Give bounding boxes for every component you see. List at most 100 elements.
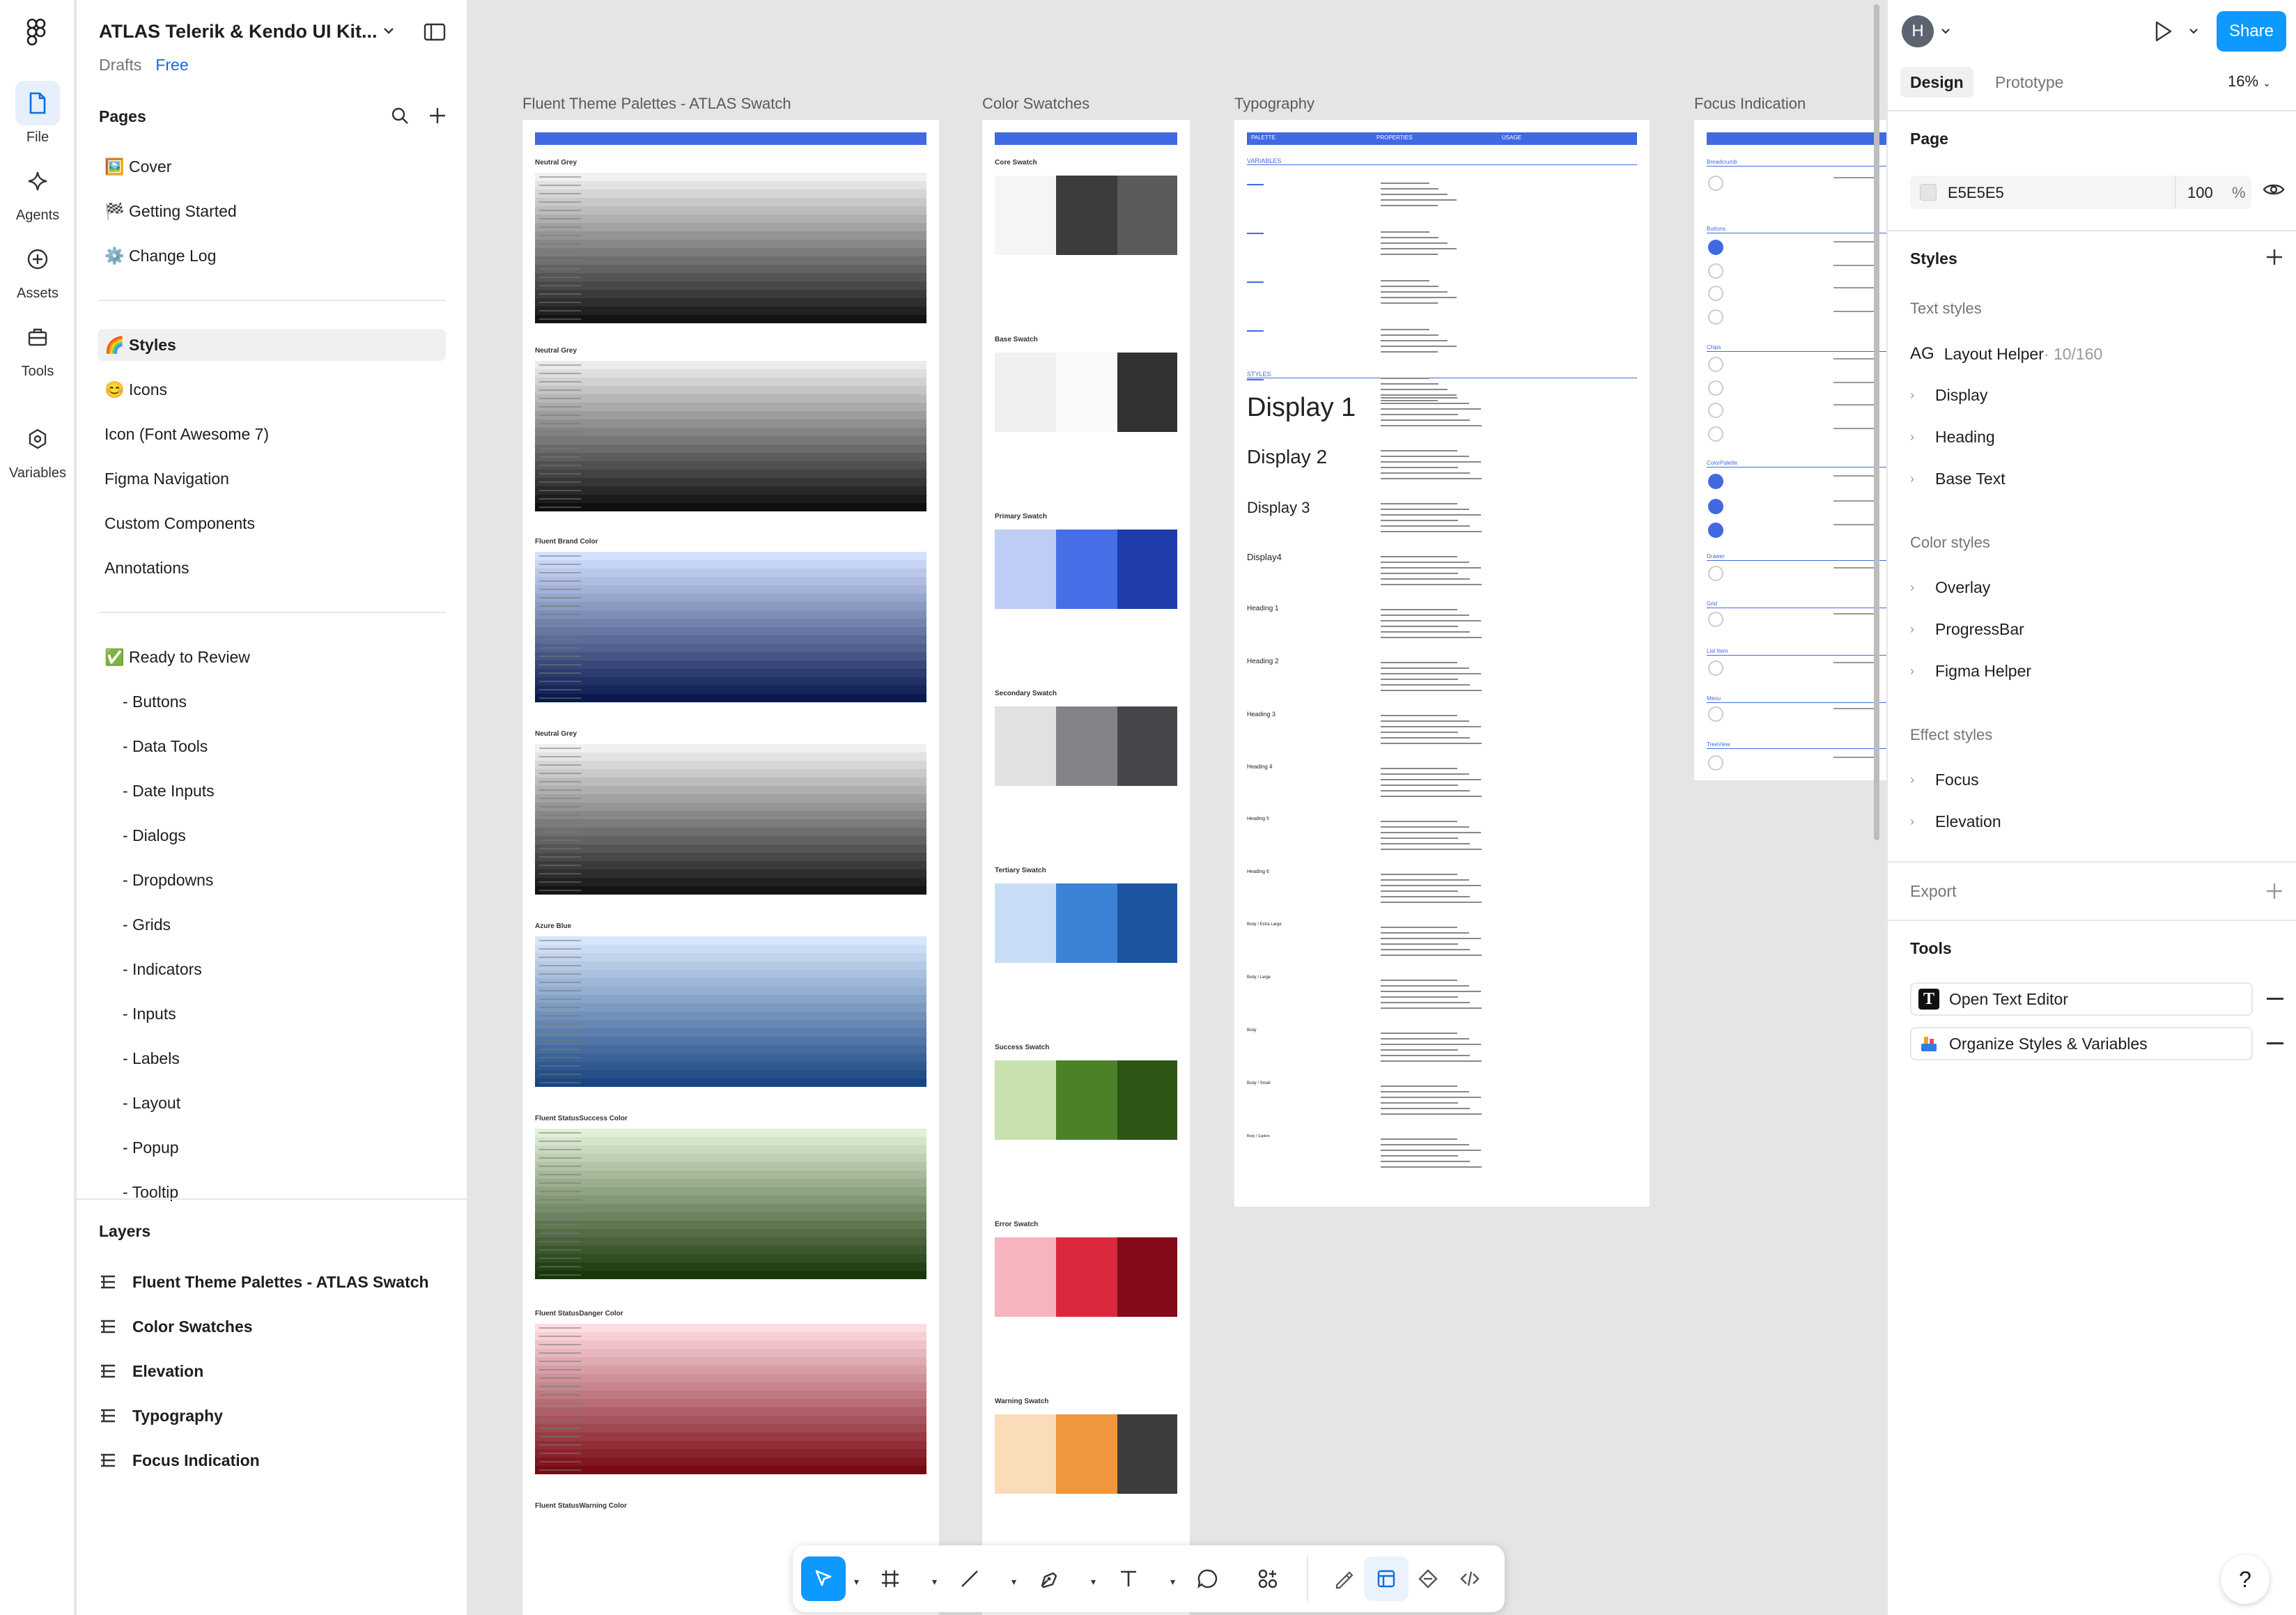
layer-item[interactable]: Fluent Theme Palettes - ATLAS Swatch (99, 1267, 429, 1297)
remove-tool-icon[interactable] (2267, 1042, 2283, 1044)
dev-mode[interactable] (1448, 1556, 1492, 1601)
add-page-icon[interactable] (428, 106, 447, 125)
style-group[interactable]: › Focus (1910, 771, 1979, 789)
style-group[interactable]: › Figma Helper (1910, 662, 2031, 681)
canvas[interactable]: Fluent Theme Palettes - ATLAS Swatch Col… (468, 0, 1886, 1615)
plan-badge[interactable]: Free (155, 56, 188, 74)
chevron-down-icon[interactable]: ▾ (854, 1576, 859, 1588)
chevron-down-icon[interactable]: ▾ (1011, 1576, 1016, 1588)
page-item[interactable]: - Layout (98, 1087, 446, 1119)
typography-spec-line (1381, 562, 1469, 563)
chevron-down-icon[interactable]: ▾ (1170, 1576, 1175, 1588)
page-color-hex[interactable]: E5E5E5 (1948, 184, 2004, 202)
comment-tool[interactable] (1186, 1556, 1230, 1601)
page-item[interactable]: - Indicators (98, 953, 446, 985)
page-color-field[interactable]: E5E5E5 100 % (1910, 176, 2251, 209)
rail-variables[interactable]: Variables (0, 417, 75, 481)
frame-tool[interactable] (868, 1556, 913, 1601)
line-tool[interactable] (947, 1556, 992, 1601)
share-button[interactable]: Share (2217, 11, 2286, 52)
page-item[interactable]: - Popup (98, 1131, 446, 1164)
design-mode[interactable] (1364, 1556, 1409, 1601)
layer-item[interactable]: Color Swatches (99, 1311, 253, 1342)
actions-tool[interactable] (1246, 1556, 1290, 1601)
draw-mode[interactable] (1322, 1556, 1367, 1601)
page-item[interactable]: - Data Tools (98, 730, 446, 762)
palette-frame[interactable]: Neutral Grey Neutral Grey Fluent Brand Col… (522, 120, 939, 1615)
open-text-editor-button[interactable]: T Open Text Editor (1910, 982, 2253, 1016)
page-item[interactable]: - Tooltip (98, 1176, 446, 1208)
focus-frame[interactable]: Breadcrumb Buttons Chips ColorPalette Drawer… (1694, 120, 1886, 780)
page-item[interactable]: - Labels (98, 1042, 446, 1074)
layer-item[interactable]: Typography (99, 1400, 223, 1431)
style-group[interactable]: › Overlay (1910, 578, 1990, 597)
typography-frame[interactable]: PALETTE PROPERTIES USAGE VARIABLES STYLES Dis… (1234, 120, 1650, 1207)
page-item[interactable]: ✅ Ready to Review (98, 641, 446, 673)
frame-label[interactable]: Focus Indication (1694, 95, 1806, 113)
frame-label[interactable]: Fluent Theme Palettes - ATLAS Swatch (522, 95, 791, 113)
chevron-down-icon[interactable]: ▾ (932, 1576, 937, 1588)
tab-prototype[interactable]: Prototype (1985, 67, 2073, 98)
style-group[interactable]: › Heading (1910, 428, 1995, 447)
style-group[interactable]: › ProgressBar (1910, 620, 2024, 639)
page-item[interactable]: - Date Inputs (98, 775, 446, 807)
layer-item[interactable]: Focus Indication (99, 1445, 260, 1476)
layer-item[interactable]: Elevation (99, 1356, 203, 1386)
component-mode[interactable] (1406, 1556, 1450, 1601)
page-item[interactable]: - Buttons (98, 686, 446, 718)
style-group[interactable]: › Base Text (1910, 470, 2006, 488)
palette-row (535, 1053, 926, 1062)
add-export-icon[interactable] (2265, 882, 2283, 900)
rail-agents[interactable]: Agents (0, 159, 75, 224)
page-item[interactable]: - Dropdowns (98, 864, 446, 896)
frame-label[interactable]: Color Swatches (982, 95, 1089, 113)
rail-tools[interactable]: Tools (0, 315, 75, 380)
page-opacity[interactable]: 100 (2187, 184, 2213, 202)
file-title[interactable]: ATLAS Telerik & Kendo UI Kit... (99, 21, 378, 42)
frame-label[interactable]: Typography (1234, 95, 1314, 113)
play-icon[interactable] (2151, 20, 2175, 43)
tab-design[interactable]: Design (1900, 67, 1973, 98)
move-tool[interactable] (801, 1556, 846, 1601)
page-item[interactable]: 🏁 Getting Started (98, 195, 446, 227)
rail-file[interactable]: File (0, 81, 75, 146)
page-item-selected[interactable]: 🌈 Styles (98, 329, 446, 361)
chevron-down-icon[interactable] (1941, 28, 1950, 35)
style-group[interactable]: › Display (1910, 386, 1987, 405)
swatches-frame[interactable]: Core Swatch Base Swatch Primary Swatch Seco… (982, 120, 1190, 1615)
chevron-down-icon[interactable] (2189, 28, 2198, 35)
page-item[interactable]: Annotations (98, 552, 446, 584)
page-item[interactable]: ⚙️ Change Log (98, 240, 446, 272)
chevron-down-icon[interactable]: ▾ (1091, 1576, 1096, 1588)
add-style-icon[interactable] (2265, 248, 2283, 266)
search-icon[interactable] (390, 106, 410, 125)
page-item[interactable]: - Dialogs (98, 819, 446, 851)
zoom-level[interactable]: 16% ⌄ (2228, 72, 2271, 91)
text-tool[interactable] (1106, 1556, 1151, 1601)
page-color-chip[interactable] (1920, 184, 1937, 201)
swatch-header-bar (995, 132, 1177, 145)
chevron-down-icon[interactable] (383, 26, 394, 35)
page-item[interactable]: Icon (Font Awesome 7) (98, 418, 446, 450)
figma-logo-icon[interactable] (25, 18, 47, 46)
sidebar-toggle-icon[interactable] (424, 22, 446, 42)
rail-assets[interactable]: Assets (0, 237, 75, 302)
drafts-link[interactable]: Drafts (99, 56, 141, 74)
pen-tool[interactable] (1027, 1556, 1071, 1601)
style-group[interactable]: › Elevation (1910, 812, 2001, 831)
canvas-scrollbar[interactable] (1874, 4, 1879, 840)
typography-spec-line (1381, 509, 1469, 510)
page-item[interactable]: 😊 Icons (98, 373, 446, 405)
help-button[interactable]: ? (2221, 1555, 2270, 1604)
organize-styles-button[interactable]: Organize Styles & Variables (1910, 1027, 2253, 1060)
page-item[interactable]: Custom Components (98, 507, 446, 539)
page-item[interactable]: 🖼️ Cover (98, 150, 446, 183)
page-item[interactable]: Figma Navigation (98, 463, 446, 495)
page-item[interactable]: - Grids (98, 909, 446, 941)
remove-tool-icon[interactable] (2267, 998, 2283, 1000)
eye-icon[interactable] (2263, 181, 2285, 198)
layout-helper-style[interactable]: AG Layout Helper · 10/160 (1910, 344, 2102, 364)
page-item[interactable]: - Inputs (98, 998, 446, 1030)
avatar[interactable]: H (1902, 15, 1934, 47)
typography-spec-line (1381, 927, 1457, 928)
